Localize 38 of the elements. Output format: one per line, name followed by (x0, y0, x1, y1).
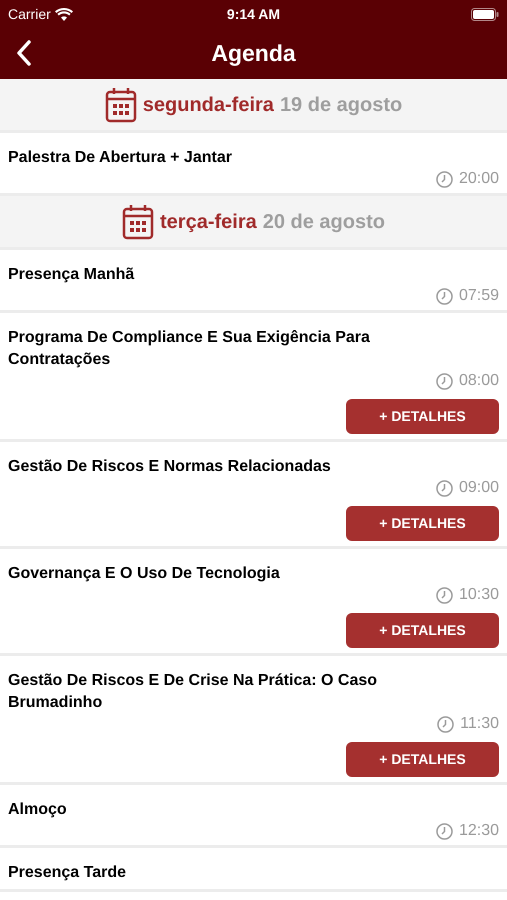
clock-icon (436, 822, 453, 840)
event-title: Almoço (8, 800, 68, 820)
weekday-label: terça-feira (160, 210, 257, 234)
event-title: Programa De Compliance E Sua Exigência Para Contratações (8, 328, 371, 370)
event-time: 12:30 (458, 822, 499, 840)
event-title: Governança E O Uso De Tecnologia (8, 564, 281, 584)
calendar-icon (122, 204, 154, 240)
details-button[interactable]: + DETALHES (346, 742, 499, 777)
event-title: Presença Manhã (8, 265, 136, 285)
clock-icon (436, 480, 453, 496)
back-icon (16, 39, 32, 67)
details-button[interactable]: + DETALHES (346, 399, 499, 434)
clock-icon (437, 716, 454, 732)
clock-icon (436, 288, 453, 304)
screen-title: Agenda (211, 39, 296, 68)
clock-icon (436, 372, 453, 390)
event-title: Palestra De Abertura + Jantar (8, 148, 233, 168)
date-label: 19 de agosto (280, 92, 402, 118)
event-time: 11:30 (460, 715, 499, 733)
battery-icon (471, 8, 499, 20)
weekday-label: segunda-feira (142, 92, 274, 118)
wifi-icon (54, 8, 73, 20)
event-title: Presença Tarde (8, 863, 127, 883)
carrier-label: Carrier (8, 4, 51, 24)
event-time: 09:00 (458, 479, 499, 497)
event-time: 08:00 (458, 372, 499, 390)
event-time: 07:59 (458, 287, 499, 305)
clock-time: 9:14 AM (226, 4, 280, 24)
event-title: Gestão De Riscos E De Crise Na Prática: O Caso Brumadinho (8, 671, 378, 713)
calendar-icon (104, 86, 137, 122)
date-label: 20 de agosto (262, 210, 385, 234)
details-button[interactable]: + DETALHES (346, 506, 499, 541)
details-button[interactable]: + DETALHES (346, 613, 499, 648)
event-time: 10:30 (458, 586, 499, 604)
clock-icon (436, 170, 453, 188)
clock-icon (436, 586, 453, 604)
event-title: Gestão De Riscos E Normas Relacionadas (8, 457, 332, 477)
event-time: 20:00 (458, 170, 499, 188)
